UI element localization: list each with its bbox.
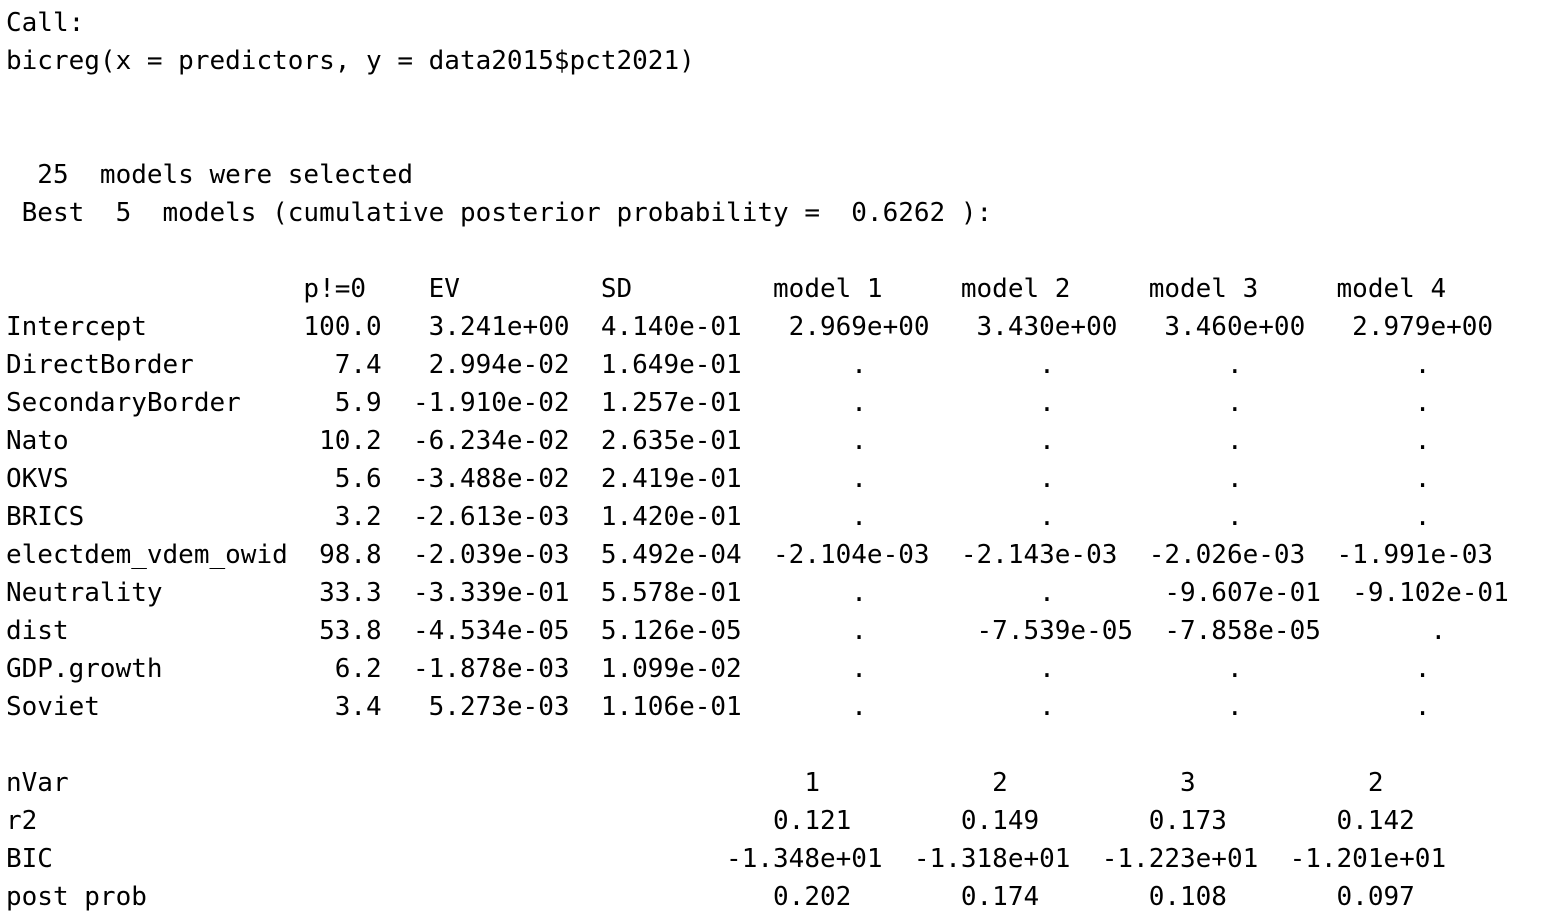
console-output: Call: bicreg(x = predictors, y = data2015… bbox=[6, 4, 1509, 916]
call-expression: bicreg(x = predictors, y = data2015$pct2… bbox=[6, 46, 695, 76]
table-row-directborder: DirectBorder 7.4 2.994e-02 1.649e-01 . .… bbox=[6, 350, 1494, 380]
table-row-electdem: electdem_vdem_owid 98.8 -2.039e-03 5.492… bbox=[6, 540, 1494, 570]
table-row-dist: dist 53.8 -4.534e-05 5.126e-05 . -7.539e… bbox=[6, 616, 1509, 646]
summary-row-post-prob: post prob 0.202 0.174 0.108 0.097 bbox=[6, 882, 1462, 912]
models-selected-line: 25 models were selected bbox=[6, 160, 413, 190]
summary-row-nvar: nVar 1 2 3 2 bbox=[6, 768, 1462, 798]
best-models-line: Best 5 models (cumulative posterior prob… bbox=[6, 198, 993, 228]
table-row-okvs: OKVS 5.6 -3.488e-02 2.419e-01 . . . . bbox=[6, 464, 1494, 494]
summary-row-bic: BIC -1.348e+01 -1.318e+01 -1.223e+01 -1.… bbox=[6, 844, 1447, 874]
table-row-neutrality: Neutrality 33.3 -3.339e-01 5.578e-01 . .… bbox=[6, 578, 1509, 608]
table-row-gdp-growth: GDP.growth 6.2 -1.878e-03 1.099e-02 . . … bbox=[6, 654, 1494, 684]
call-header: Call: bbox=[6, 8, 85, 38]
summary-row-r2: r2 0.121 0.149 0.173 0.142 bbox=[6, 806, 1462, 836]
table-row-nato: Nato 10.2 -6.234e-02 2.635e-01 . . . . bbox=[6, 426, 1494, 456]
table-header-row: p!=0 EV SD model 1 model 2 model 3 model… bbox=[6, 274, 1447, 304]
table-row-secondaryborder: SecondaryBorder 5.9 -1.910e-02 1.257e-01… bbox=[6, 388, 1494, 418]
table-row-intercept: Intercept 100.0 3.241e+00 4.140e-01 2.96… bbox=[6, 312, 1494, 342]
table-row-brics: BRICS 3.2 -2.613e-03 1.420e-01 . . . . bbox=[6, 502, 1494, 532]
table-row-soviet: Soviet 3.4 5.273e-03 1.106e-01 . . . . bbox=[6, 692, 1494, 722]
